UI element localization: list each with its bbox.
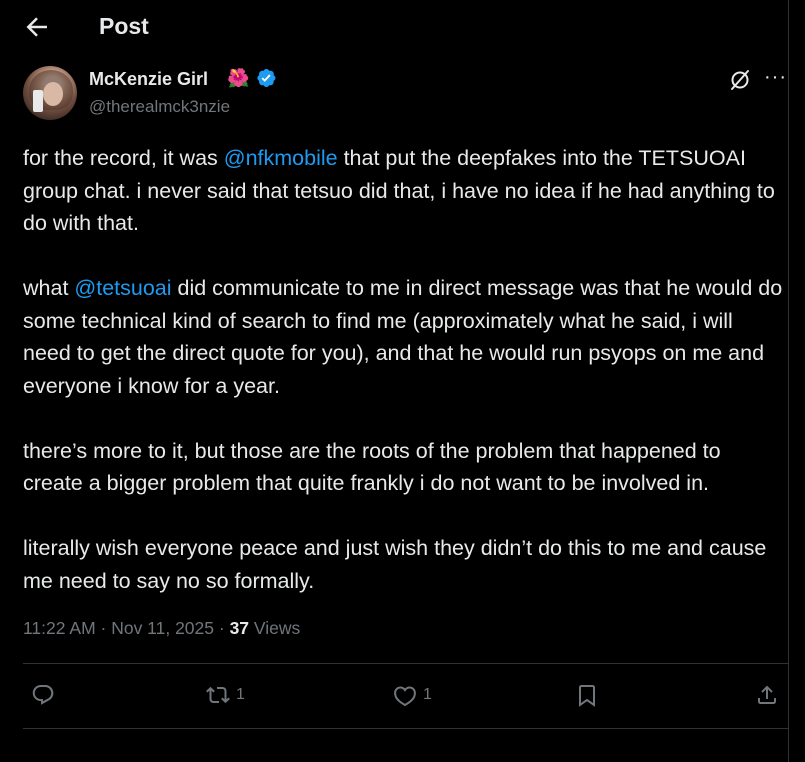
heart-icon: [394, 686, 416, 707]
author-name[interactable]: McKenzie Girl: [89, 69, 208, 90]
reply-button[interactable]: [31, 683, 55, 707]
avatar[interactable]: [23, 66, 77, 120]
share-button[interactable]: [755, 683, 779, 707]
flower-emoji: 🌺: [227, 68, 250, 88]
divider: [23, 663, 788, 664]
post-text: for the record, it was @nfkmobile that p…: [23, 142, 783, 597]
back-arrow-icon[interactable]: [22, 12, 52, 42]
post-time[interactable]: 11:22 AM: [23, 618, 96, 638]
views-label: Views: [249, 618, 301, 638]
post-paragraph: there’s more to it, but those are the ro…: [23, 438, 721, 496]
like-button[interactable]: 1: [393, 683, 432, 707]
like-count: 1: [423, 686, 432, 703]
verified-badge-icon[interactable]: [255, 67, 277, 89]
author-handle[interactable]: @therealmck3nzie: [89, 97, 230, 117]
mention-link[interactable]: @nfkmobile: [224, 146, 338, 170]
post-paragraph: literally wish everyone peace and just w…: [23, 536, 767, 593]
repost-icon: [206, 686, 230, 704]
repost-count: 1: [236, 686, 245, 703]
post-meta: 11:22 AM · Nov 11, 2025 · 37 Views: [23, 618, 301, 638]
grok-icon[interactable]: [728, 68, 752, 92]
page-title: Post: [99, 13, 149, 39]
bookmark-button[interactable]: [575, 683, 599, 707]
reply-icon: [32, 685, 54, 705]
share-icon: [758, 685, 776, 704]
top-bar: Post: [0, 0, 788, 54]
repost-button[interactable]: 1: [206, 683, 245, 707]
post-paragraph: for the record, it was @nfkmobile that p…: [23, 146, 775, 235]
post-paragraph: what @tetsuoai did communicate to me in …: [23, 276, 783, 398]
views-count: 37: [229, 618, 250, 638]
mention-link[interactable]: @tetsuoai: [74, 276, 171, 300]
divider: [23, 728, 788, 729]
bookmark-icon: [579, 685, 595, 707]
post-date[interactable]: Nov 11, 2025: [111, 618, 214, 638]
post-panel: Post McKenzie Girl 🌺 @therealmck3nzie ··…: [0, 0, 789, 762]
more-options-icon[interactable]: ···: [764, 66, 787, 89]
